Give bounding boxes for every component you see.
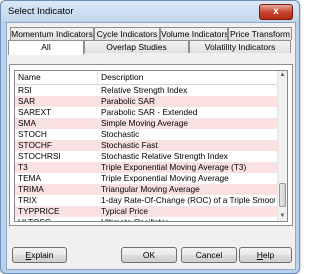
title-bar[interactable]: Select Indicator x [1,1,299,21]
ok-button[interactable]: OK [121,247,177,263]
indicator-name: TEMA [18,173,42,183]
list-item[interactable]: STOCHRSI Stochastic Relative Strength Ind… [15,151,277,162]
tab-momentum-indicators[interactable]: Momentum Indicators [10,27,94,40]
tab-price-transform[interactable]: Price Transform [228,27,292,40]
list-item[interactable]: TEMA Triple Exponential Moving Average [15,173,277,184]
indicator-description: Parabolic SAR - Extended [101,107,198,117]
tab-panel-all: Name Description RSI Relative Strength In… [9,64,293,226]
indicator-name: T3 [18,162,28,172]
scrollbar-thumb[interactable] [279,183,286,207]
indicator-name: SAR [18,96,36,106]
indicator-name: STOCHF [18,140,52,150]
close-button[interactable]: x [259,4,293,20]
column-header-name[interactable]: Name [18,72,41,82]
indicator-description: Ultimate Oscillator [101,217,169,222]
list-item[interactable]: T3 Triple Exponential Moving Average (T3) [15,162,277,173]
indicator-description: Triple Exponential Moving Average [101,173,229,183]
tab-volatility-indicators[interactable]: Volatility Indicators [189,40,291,53]
indicator-name: TYPPRICE [18,206,60,216]
indicator-description: Stochastic Relative Strength Index [101,151,228,161]
list-item[interactable]: TRIMA Triangular Moving Average [15,184,277,195]
tab-row-back: Momentum Indicators Cycle Indicators Vol… [7,27,295,41]
list-item[interactable]: SAREXT Parabolic SAR - Extended [15,107,277,118]
indicator-name: STOCH [18,129,47,139]
cancel-button[interactable]: Cancel [181,247,237,263]
indicator-description: Parabolic SAR [101,96,155,106]
indicator-description: Stochastic Fast [101,140,158,150]
indicator-name: STOCHRSI [18,151,61,161]
column-divider[interactable] [97,71,98,84]
indicator-description: Typical Price [101,206,149,216]
help-label: elp [262,250,275,260]
explain-label: xplain [31,250,54,260]
indicator-name: RSI [18,85,32,95]
indicator-name: TRIX [18,195,37,205]
explain-button[interactable]: Explain [12,247,67,263]
list-item[interactable]: STOCHF Stochastic Fast [15,140,277,151]
list-item[interactable]: SMA Simple Moving Average [15,118,277,129]
indicator-description: Simple Moving Average [101,118,189,128]
indicator-description: Triangular Moving Average [101,184,200,194]
tab-cycle-indicators[interactable]: Cycle Indicators [94,27,160,40]
indicator-description: Stochastic [101,129,140,139]
tab-all[interactable]: All [8,40,84,55]
list-item[interactable]: ULTOSC Ultimate Oscillator [15,217,277,222]
list-item[interactable]: TRIX 1-day Rate-Of-Change (ROC) of a Trip… [15,195,277,206]
indicator-description: Triple Exponential Moving Average (T3) [101,162,247,172]
select-indicator-dialog: Select Indicator x Momentum Indicators C… [0,0,300,274]
window-title: Select Indicator [8,6,74,17]
indicator-list[interactable]: Name Description RSI Relative Strength In… [14,70,288,222]
indicator-name: SMA [18,118,36,128]
list-header: Name Description [15,71,277,85]
indicator-name: SAREXT [18,107,52,117]
tab-row-front: All Overlap Studies Volatility Indicator… [7,40,295,55]
list-item[interactable]: RSI Relative Strength Index [15,85,277,96]
dialog-body: Momentum Indicators Cycle Indicators Vol… [6,22,296,270]
list-rows: RSI Relative Strength Index SAR Parabolic S… [15,85,277,222]
indicator-name: TRIMA [18,184,44,194]
list-item[interactable]: TYPPRICE Typical Price [15,206,277,217]
list-item[interactable]: SAR Parabolic SAR [15,96,277,107]
arrow-down-icon[interactable]: ▼ [278,212,287,221]
indicator-name: ULTOSC [18,217,51,222]
column-header-description[interactable]: Description [101,72,144,82]
arrow-up-icon[interactable]: ▲ [278,71,287,80]
vertical-scrollbar[interactable]: ▲ ▼ [277,71,287,221]
tab-overlap-studies[interactable]: Overlap Studies [84,40,189,53]
tab-volume-indicators[interactable]: Volume Indicators [160,27,228,40]
indicator-description: 1-day Rate-Of-Change (ROC) of a Triple S… [101,195,275,205]
indicator-description: Relative Strength Index [101,85,188,95]
help-button[interactable]: Help [239,247,292,263]
list-item[interactable]: STOCH Stochastic [15,129,277,140]
close-icon: x [273,6,279,17]
